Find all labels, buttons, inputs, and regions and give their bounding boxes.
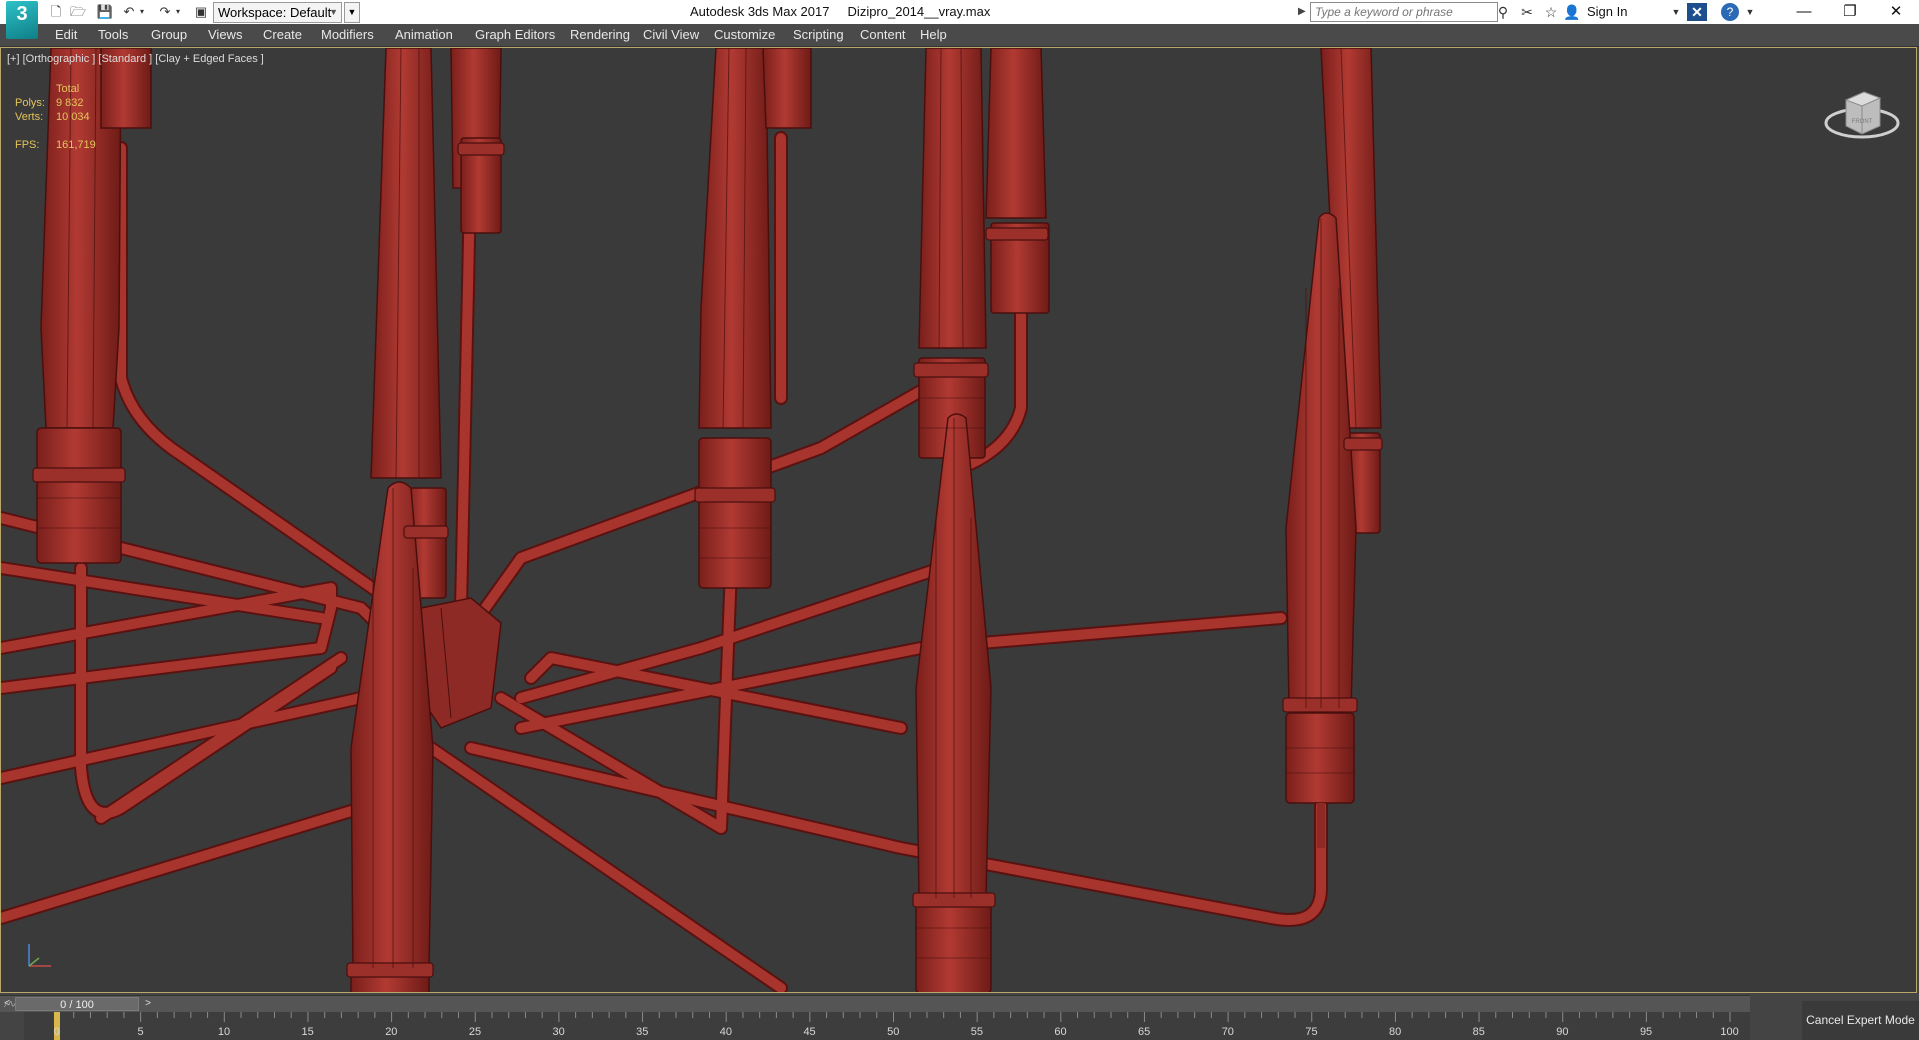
perspective-viewport[interactable]: [+] [Orthographic ] [Standard ] [Clay + … [0, 47, 1917, 993]
window-title: Autodesk 3ds Max 2017 Dizipro_2014__vray… [690, 4, 991, 19]
time-slider-handle[interactable]: 0 / 100 [15, 997, 139, 1011]
chandelier-model[interactable] [1, 48, 1917, 993]
stats-header: Total [56, 83, 80, 95]
menu-create[interactable]: Create [263, 27, 302, 42]
polys-label: Polys: [15, 97, 45, 109]
chevron-down-icon: ▼ [329, 7, 338, 17]
tick-label: 50 [887, 1026, 900, 1038]
tick-label: 80 [1389, 1026, 1402, 1038]
tick-label: 35 [636, 1026, 649, 1038]
menu-graph-editors[interactable]: Graph Editors [475, 27, 555, 42]
help-dropdown-icon[interactable]: ▼ [1740, 2, 1760, 22]
cancel-expert-mode-button[interactable]: Cancel Expert Mode [1802, 1001, 1919, 1040]
workspace-label: Workspace: Default [218, 5, 332, 20]
tick-label: 95 [1639, 1026, 1653, 1038]
menu-bar: Edit Tools Group Views Create Modifiers … [0, 24, 1919, 47]
fps-label: FPS: [15, 139, 40, 151]
tick-label: 65 [1138, 1026, 1151, 1038]
user-icon: 👤 [1563, 4, 1581, 20]
menu-content[interactable]: Content [860, 27, 906, 42]
project-folder-icon[interactable]: ▣ [192, 3, 210, 21]
menu-rendering[interactable]: Rendering [570, 27, 630, 42]
open-file-icon[interactable]: 🗁 [69, 3, 87, 21]
new-file-icon[interactable]: 🗋 [47, 3, 65, 21]
time-slider[interactable]: < 0 / 100 > [0, 995, 1750, 1012]
search-input[interactable] [1310, 2, 1498, 22]
tick-label: 0 [53, 1026, 60, 1038]
tick-label: 40 [719, 1026, 733, 1038]
tick-label: 70 [1221, 1026, 1234, 1038]
tick-label: 25 [468, 1026, 482, 1038]
menu-modifiers[interactable]: Modifiers [321, 27, 374, 42]
tick-label: 30 [552, 1026, 565, 1038]
quick-access-menu-button[interactable]: ▼ [344, 2, 360, 23]
axis-tripod-icon [28, 944, 51, 967]
tick-label: 15 [301, 1026, 314, 1038]
fps-value: 161,719 [56, 139, 96, 151]
menu-views[interactable]: Views [208, 27, 242, 42]
undo-icon[interactable]: ↶ [120, 3, 138, 21]
app-logo-icon[interactable]: 3 [6, 1, 38, 39]
minimize-button[interactable]: — [1781, 0, 1827, 24]
star-icon[interactable]: ☆ [1541, 2, 1561, 22]
track-bar[interactable]: 0 5 10 15 20 25 30 35 40 45 50 55 60 65 70 75 80 85 90 95 10… [24, 1012, 1750, 1040]
viewport-label[interactable]: [+] [Orthographic ] [Standard ] [Clay + … [7, 53, 264, 65]
sign-in-link[interactable]: Sign In [1587, 4, 1627, 19]
tick-label: 60 [1054, 1026, 1067, 1038]
next-frame-button[interactable]: > [141, 996, 155, 1012]
tick-label: 90 [1556, 1026, 1569, 1038]
menu-animation[interactable]: Animation [395, 27, 453, 42]
viewcube-face-label: FRONT [1852, 119, 1873, 125]
autodesk-exchange-icon[interactable]: ✂ [1517, 2, 1537, 22]
binoculars-icon[interactable]: ⚲ [1493, 2, 1513, 22]
tick-label: 75 [1305, 1026, 1318, 1038]
undo-dropdown-icon[interactable]: ▾ [137, 3, 147, 21]
tick-label: 5 [137, 1026, 144, 1038]
menu-help[interactable]: Help [920, 27, 947, 42]
menu-civil-view[interactable]: Civil View [643, 27, 699, 42]
menu-tools[interactable]: Tools [98, 27, 128, 42]
tick-label: 85 [1472, 1026, 1485, 1038]
verts-label: Verts: [15, 111, 44, 123]
sign-in-dropdown-icon[interactable]: ▼ [1666, 2, 1686, 22]
tick-label: 55 [970, 1026, 983, 1038]
timeline-bar: < 0 / 100 > 0 5 10 15 20 25 30 35 40 45 50 55 60 65 70… [0, 993, 1919, 1040]
viewcube[interactable]: FRONT [1824, 78, 1900, 148]
title-bar: 🗋 🗁 💾 ↶ ▾ ↷ ▾ ▣ Workspace: Default ▼ ▼ A… [0, 0, 1919, 25]
menu-customize[interactable]: Customize [714, 27, 775, 42]
close-button[interactable]: ✕ [1873, 0, 1919, 24]
tick-label: 45 [803, 1026, 816, 1038]
tick-label: 20 [385, 1026, 398, 1038]
tick-label: 10 [217, 1026, 231, 1038]
verts-value: 10 034 [56, 111, 90, 123]
restore-button[interactable]: ❐ [1827, 0, 1873, 24]
help-icon[interactable]: ? [1721, 3, 1739, 21]
redo-icon[interactable]: ↷ [156, 3, 174, 21]
save-icon[interactable]: 💾 [96, 3, 114, 21]
search-expand-icon[interactable]: ▶ [1298, 3, 1308, 21]
key-filter-icon[interactable]: ⁄∿ [6, 999, 16, 1010]
workspace-selector[interactable]: Workspace: Default ▼ [213, 2, 342, 23]
menu-scripting[interactable]: Scripting [793, 27, 844, 42]
tick-label: 100 [1720, 1026, 1739, 1038]
redo-dropdown-icon[interactable]: ▾ [173, 3, 183, 21]
autodesk-a360-icon[interactable]: ✕ [1687, 3, 1707, 21]
menu-edit[interactable]: Edit [55, 27, 77, 42]
polys-value: 9 832 [56, 97, 84, 109]
menu-group[interactable]: Group [151, 27, 187, 42]
